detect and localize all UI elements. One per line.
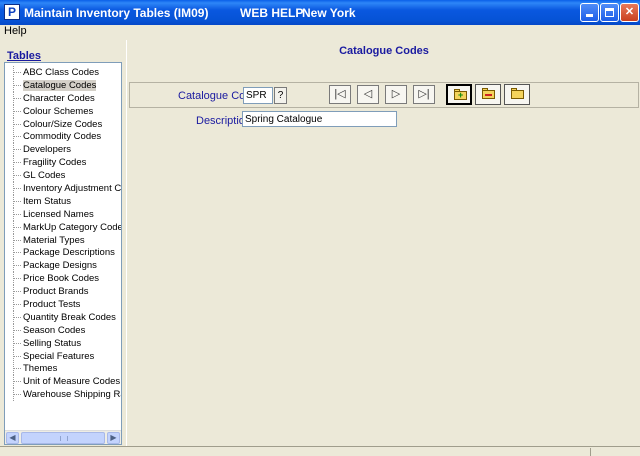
table-list-item-label: Unit of Measure Codes (23, 376, 121, 388)
table-list-item[interactable]: GL Codes (5, 169, 121, 183)
table-list-item[interactable]: Material Types (5, 233, 121, 247)
table-list-item-label: Licensed Names (23, 208, 94, 220)
table-list-item[interactable]: Character Codes (5, 91, 121, 105)
table-list-item-label: Character Codes (23, 92, 95, 104)
close-icon: ✕ (624, 6, 635, 18)
table-list-item[interactable]: Licensed Names (5, 207, 121, 221)
first-record-icon: |◁ (334, 88, 346, 100)
table-list-item[interactable]: Package Descriptions (5, 246, 121, 260)
minimize-icon (586, 14, 593, 17)
table-list-item-label: Developers (23, 144, 72, 156)
title-bar: P Maintain Inventory Tables (IM09) WEB H… (0, 0, 640, 25)
previous-record-icon: ◁ (363, 88, 373, 100)
table-list-item-label: Fragility Codes (23, 157, 87, 169)
table-list-item-label: Selling Status (23, 337, 82, 349)
web-help-label[interactable]: WEB HELP (240, 6, 303, 20)
table-list-item-label: Item Status (23, 195, 72, 207)
last-record-icon: ▷| (418, 88, 430, 100)
table-list-item-label: Quantity Break Codes (23, 311, 116, 323)
maximize-button[interactable] (600, 3, 619, 22)
table-list-item[interactable]: Catalogue Codes (5, 78, 121, 92)
table-list-item[interactable]: Warehouse Shipping Rates (5, 388, 121, 402)
lookup-button[interactable]: ? (274, 87, 287, 104)
table-list-item[interactable]: Season Codes (5, 323, 121, 337)
table-list-item-label: Themes (23, 363, 58, 375)
table-list-item[interactable]: Themes (5, 362, 121, 376)
delete-record-button[interactable] (475, 84, 501, 105)
description-input[interactable] (242, 111, 397, 127)
table-list-item-label: Warehouse Shipping Rates (23, 389, 121, 401)
last-record-button[interactable]: ▷| (413, 85, 435, 104)
table-list-item[interactable]: ABC Class Codes (5, 66, 121, 79)
scroll-right-arrow-icon[interactable]: ▶ (107, 432, 120, 444)
table-list-item[interactable]: Commodity Codes (5, 130, 121, 144)
tables-tree: ABC Class Codes Catalogue Codes Character … (4, 62, 122, 445)
record-toolbar: Catalogue Code ? |◁ ◁ ▷ ▷| + (129, 82, 639, 108)
table-list-item-label: GL Codes (23, 170, 66, 182)
maximize-icon (605, 8, 614, 17)
minimize-button[interactable] (580, 3, 599, 22)
status-bar (0, 446, 640, 456)
add-record-button[interactable]: + (446, 84, 472, 105)
next-record-button[interactable]: ▷ (385, 85, 407, 104)
detail-panel: Catalogue Codes Catalogue Code ? |◁ ◁ ▷ … (126, 40, 640, 446)
table-list-item-label: Colour Schemes (23, 105, 94, 117)
table-list-item[interactable]: Product Tests (5, 298, 121, 311)
table-list-item[interactable]: Inventory Adjustment Codes (5, 182, 121, 195)
next-record-icon: ▷ (391, 88, 401, 100)
table-list-item[interactable]: Price Book Codes (5, 272, 121, 286)
detail-header: Catalogue Codes (127, 40, 640, 64)
horizontal-scrollbar[interactable]: ◀ ▶ (5, 430, 121, 444)
scroll-left-arrow-icon[interactable]: ◀ (6, 432, 19, 444)
app-icon: P (4, 4, 20, 20)
page-title: Catalogue Codes (339, 45, 429, 57)
table-list-item[interactable]: Quantity Break Codes (5, 310, 121, 324)
open-folder-icon (511, 90, 524, 99)
tables-heading: Tables (7, 50, 42, 62)
status-panel (590, 448, 638, 456)
table-list-item[interactable]: MarkUp Category Codes (5, 220, 121, 234)
table-list-item-label: Season Codes (23, 324, 86, 336)
tables-list: ABC Class Codes Catalogue Codes Character … (5, 66, 121, 428)
table-list-item[interactable]: Package Designs (5, 259, 121, 273)
open-record-button[interactable] (504, 84, 530, 105)
scroll-thumb[interactable] (21, 432, 105, 444)
city-label: New York (302, 6, 356, 20)
table-list-item[interactable]: Developers (5, 143, 121, 157)
table-list-item-label: Product Brands (23, 286, 89, 298)
table-list-item-label: Package Designs (23, 260, 97, 272)
table-list-item-label: Price Book Codes (23, 273, 100, 285)
table-list-item[interactable]: Fragility Codes (5, 156, 121, 170)
table-list-item-label: Commodity Codes (23, 131, 102, 143)
menu-help[interactable]: Help (4, 25, 27, 37)
table-list-item-label: Inventory Adjustment Codes (23, 183, 121, 195)
table-list-item[interactable]: Colour/Size Codes (5, 117, 121, 131)
previous-record-button[interactable]: ◁ (357, 85, 379, 104)
table-list-item-label: MarkUp Category Codes (23, 221, 121, 233)
table-list-item[interactable]: Selling Status (5, 336, 121, 350)
table-list-item-label: Package Descriptions (23, 247, 115, 259)
grip-icon (60, 436, 68, 441)
close-button[interactable]: ✕ (620, 3, 639, 22)
table-list-item[interactable]: Special Features (5, 349, 121, 363)
table-list-item-label: Product Tests (23, 299, 81, 311)
table-list-item[interactable]: Colour Schemes (5, 104, 121, 118)
catalogue-code-input[interactable] (243, 87, 273, 104)
table-list-item-label: Catalogue Codes (23, 79, 97, 91)
table-list-item[interactable]: Product Brands (5, 285, 121, 299)
table-list-item-label: Colour/Size Codes (23, 118, 103, 130)
table-list-item[interactable]: Unit of Measure Codes (5, 375, 121, 389)
first-record-button[interactable]: |◁ (329, 85, 351, 104)
menu-bar: Help (0, 25, 640, 39)
tables-panel: Tables ABC Class Codes Catalogue Codes Cha… (0, 40, 124, 446)
table-list-item-label: ABC Class Codes (23, 67, 100, 78)
table-list-item-label: Special Features (23, 350, 95, 362)
window-title: Maintain Inventory Tables (IM09) (24, 6, 209, 20)
table-list-item-label: Material Types (23, 234, 85, 246)
table-list-item[interactable]: Item Status (5, 194, 121, 208)
